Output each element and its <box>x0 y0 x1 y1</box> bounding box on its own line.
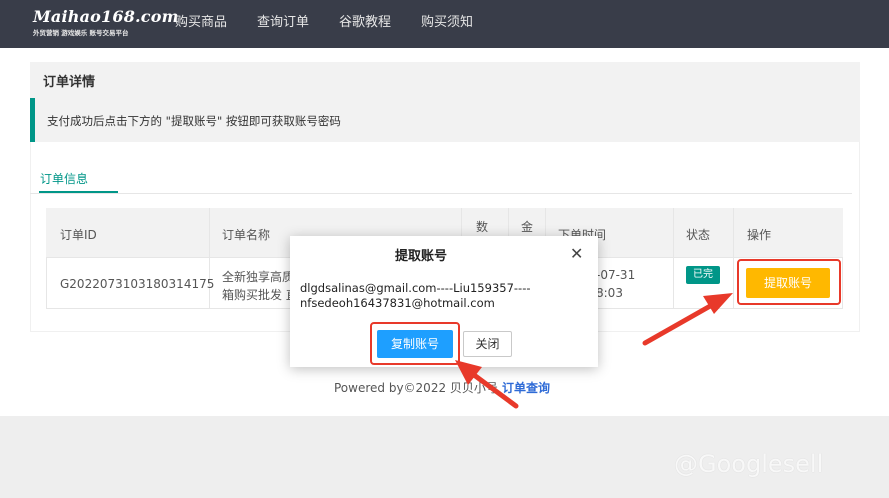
footer-powered-by: Powered by©2022 贝贝小号 <box>334 381 498 395</box>
column-header-order-name: 订单名称 <box>222 228 271 242</box>
nav-item-query-orders[interactable]: 查询订单 <box>257 14 309 32</box>
column-divider <box>673 208 674 309</box>
payment-notice-text: 支付成功后点击下方的 "提取账号" 按钮即可获取账号密码 <box>47 114 341 128</box>
close-dialog-button[interactable]: 关闭 <box>463 331 512 357</box>
order-panel-title: 订单详情 <box>43 75 96 90</box>
footer-order-query-link[interactable]: 订单查询 <box>502 379 550 396</box>
dialog-title: 提取账号 <box>394 249 447 264</box>
site-logo[interactable]: Maihao168.com 外贸营销 游戏娱乐 账号交易平台 <box>33 7 179 38</box>
close-icon[interactable]: ✕ <box>570 245 583 263</box>
column-header-order-id: 订单ID <box>60 228 97 242</box>
order-id-cell: G2022073103180314175 <box>60 277 215 291</box>
account-credentials-text: dlgdsalinas@gmail.com----Liu159357----nf… <box>300 281 531 310</box>
tab-divider <box>30 193 852 194</box>
order-name-cell-line1: 全新独享高质 <box>222 270 295 284</box>
nav-item-purchase-notes[interactable]: 购买须知 <box>421 14 473 32</box>
annotation-highlight-box <box>370 322 460 365</box>
annotation-highlight-box <box>737 259 841 305</box>
watermark: @Googlesell <box>674 450 823 478</box>
column-divider <box>209 208 210 309</box>
watermark-text: @Googlesell <box>674 450 824 478</box>
column-header-status: 状态 <box>686 228 711 242</box>
nav-item-buy-products[interactable]: 购买商品 <box>175 14 227 32</box>
column-header-quantity: 数 <box>476 220 489 234</box>
order-time-cell-line1: -07-31 <box>596 268 636 282</box>
logo-tagline: 外贸营销 游戏娱乐 账号交易平台 <box>33 29 129 37</box>
status-badge: 已完 <box>686 266 720 284</box>
column-header-action: 操作 <box>747 228 772 242</box>
column-divider <box>733 208 734 309</box>
nav-item-google-tutorial[interactable]: 谷歌教程 <box>339 14 391 32</box>
column-header-amount: 金 <box>521 220 534 234</box>
order-name-cell-line2: 箱购买批发 直 <box>222 288 298 302</box>
tab-order-info[interactable]: 订单信息 <box>40 170 88 187</box>
logo-text: Maihao168.com <box>33 7 179 26</box>
order-time-cell-line2: 8:03 <box>596 286 623 300</box>
